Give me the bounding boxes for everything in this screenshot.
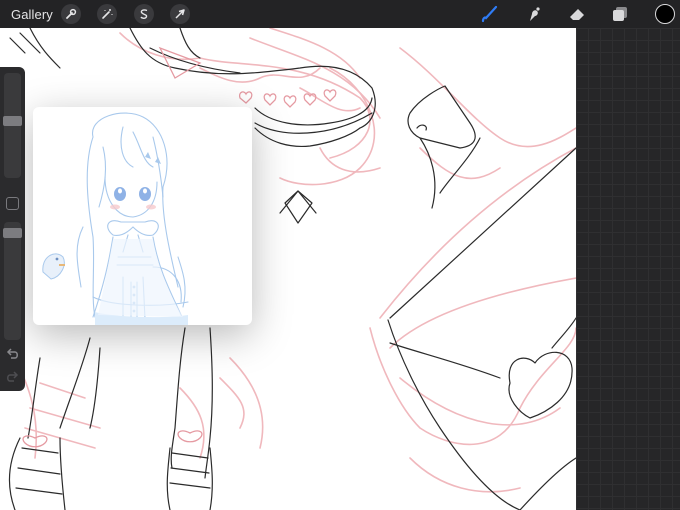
- canvas-background-grid: [576, 28, 680, 510]
- brush-size-thumb[interactable]: [3, 116, 22, 126]
- actions-button[interactable]: [61, 4, 81, 24]
- wrench-icon: [66, 8, 77, 19]
- top-toolbar: Gallery: [0, 0, 680, 28]
- smudge-tool-button[interactable]: [523, 3, 545, 25]
- opacity-slider[interactable]: [3, 222, 22, 340]
- reference-window[interactable]: [33, 107, 252, 325]
- opacity-thumb[interactable]: [3, 228, 22, 238]
- brush-size-slider[interactable]: [3, 73, 22, 178]
- reference-image: [42, 112, 189, 325]
- selection-icon: [140, 9, 148, 19]
- left-sidebar: [0, 67, 25, 391]
- modify-button[interactable]: [6, 197, 19, 210]
- transform-button[interactable]: [170, 4, 190, 24]
- brush-icon: [481, 5, 498, 23]
- transform-arrow-icon: [175, 9, 185, 19]
- magic-wand-icon: [102, 9, 113, 19]
- layers-button[interactable]: [609, 3, 631, 25]
- color-picker-button[interactable]: [655, 4, 675, 24]
- adjustments-button[interactable]: [97, 4, 117, 24]
- eraser-tool-button[interactable]: [566, 3, 588, 25]
- redo-icon[interactable]: [5, 370, 20, 384]
- gallery-button[interactable]: Gallery: [11, 7, 53, 22]
- brush-tool-button[interactable]: [478, 3, 500, 25]
- selection-button[interactable]: [134, 4, 154, 24]
- layers-icon: [613, 7, 627, 21]
- smudge-icon: [530, 7, 540, 21]
- undo-icon[interactable]: [5, 347, 20, 361]
- eraser-icon: [570, 9, 584, 20]
